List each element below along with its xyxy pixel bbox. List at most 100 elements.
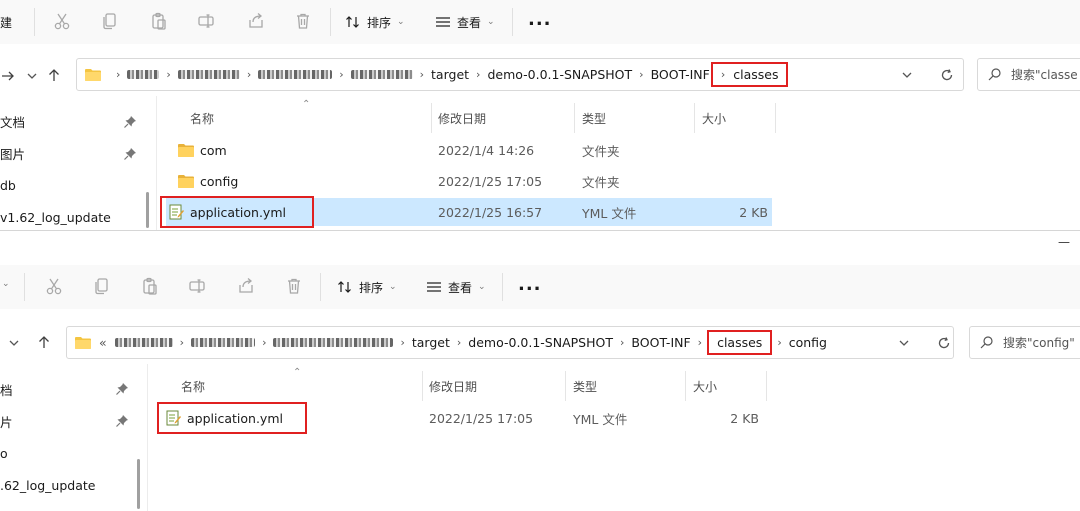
sidebar-item-log-update[interactable]: .62_log_update <box>0 474 148 496</box>
folder-icon <box>75 337 91 349</box>
view-button[interactable]: 查看 ⌄ <box>435 9 495 35</box>
breadcrumb-demo[interactable]: demo-0.0.1-SNAPSHOT <box>487 67 632 82</box>
more-options-button[interactable]: ... <box>528 9 552 30</box>
forward-icon[interactable] <box>0 68 16 84</box>
column-header-date[interactable]: 修改日期 <box>438 110 486 127</box>
more-options-button[interactable]: ... <box>518 274 542 295</box>
breadcrumb-target[interactable]: target <box>431 67 469 82</box>
column-header-date[interactable]: 修改日期 <box>429 378 477 395</box>
rename-icon[interactable] <box>187 276 207 296</box>
table-row[interactable]: config 2022/1/25 17:05 文件夹 <box>166 167 772 195</box>
file-name-cell: application.yml <box>157 402 307 434</box>
chevron-down-icon: ⌄ <box>389 282 397 292</box>
share-icon[interactable] <box>236 276 256 296</box>
view-label: 查看 <box>457 15 482 30</box>
cut-icon[interactable] <box>44 276 64 296</box>
pin-icon <box>116 383 128 395</box>
paste-icon[interactable] <box>149 11 169 31</box>
copy-icon[interactable] <box>100 11 120 31</box>
rename-icon[interactable] <box>196 11 216 31</box>
redacted-path-segment <box>114 338 173 347</box>
redacted-path-segment <box>177 70 240 79</box>
breadcrumb-demo[interactable]: demo-0.0.1-SNAPSHOT <box>468 335 613 350</box>
delete-icon[interactable] <box>284 276 304 296</box>
column-divider[interactable] <box>431 103 432 133</box>
redacted-path-segment <box>350 70 413 79</box>
delete-icon[interactable] <box>293 11 313 31</box>
file-name: application.yml <box>190 204 286 220</box>
file-name-cell: config <box>178 167 238 195</box>
breadcrumb-boot-inf[interactable]: BOOT-INF <box>651 67 710 82</box>
sidebar-scrollbar[interactable] <box>146 192 149 228</box>
column-header-type[interactable]: 类型 <box>582 110 606 127</box>
sidebar-item-label: 图片 <box>0 146 26 162</box>
column-divider[interactable] <box>422 371 423 401</box>
breadcrumb-separator: › <box>639 68 644 81</box>
column-divider[interactable] <box>766 371 767 401</box>
file-size: 2 KB <box>730 410 759 426</box>
pane-divider <box>156 96 157 230</box>
column-divider[interactable] <box>565 371 566 401</box>
file-name: com <box>200 142 227 158</box>
file-name-cell: com <box>178 136 227 164</box>
recent-locations-chevron-icon[interactable] <box>24 68 40 84</box>
breadcrumb-separator: › <box>620 336 625 349</box>
share-icon[interactable] <box>246 11 266 31</box>
column-header-name[interactable]: 名称 <box>181 378 205 395</box>
file-name: config <box>200 173 239 189</box>
sidebar-item-log-update[interactable]: v1.62_log_update <box>0 206 148 228</box>
sidebar-scrollbar[interactable] <box>137 459 140 509</box>
column-divider[interactable] <box>694 103 695 133</box>
up-arrow-icon[interactable] <box>46 67 62 83</box>
breadcrumb-separator: › <box>777 336 782 349</box>
address-bar[interactable]: › › › › › target › demo-0.0.1-SNAPSHOT ›… <box>76 58 964 91</box>
column-header-size[interactable]: 大小 <box>693 378 717 395</box>
file-date: 2022/1/25 16:57 <box>438 204 543 220</box>
sort-ascending-icon: ⌃ <box>302 99 311 110</box>
sidebar-item-db[interactable]: db <box>0 174 148 196</box>
search-box[interactable]: 搜索"config" <box>969 326 1080 359</box>
folder-icon <box>178 175 194 188</box>
column-divider[interactable] <box>775 103 776 133</box>
recent-locations-chevron-icon[interactable] <box>6 335 22 351</box>
chevron-down-icon[interactable] <box>900 68 914 82</box>
copy-icon[interactable] <box>92 276 112 296</box>
table-row[interactable]: application.yml 2022/1/25 17:05 YML 文件 2… <box>157 402 763 434</box>
chevron-down-icon[interactable] <box>897 336 911 350</box>
breadcrumb-separator: › <box>166 68 171 81</box>
sidebar-item-db[interactable]: o <box>0 442 148 464</box>
file-date: 2022/1/25 17:05 <box>429 410 534 426</box>
column-divider[interactable] <box>574 103 575 133</box>
breadcrumb-target[interactable]: target <box>412 335 450 350</box>
overflow-crumbs-button[interactable]: « <box>99 335 107 350</box>
cut-icon[interactable] <box>52 11 72 31</box>
table-row[interactable]: com 2022/1/4 14:26 文件夹 <box>166 136 772 164</box>
new-button-label[interactable]: 建 <box>0 14 12 31</box>
refresh-icon[interactable] <box>940 68 954 82</box>
sort-ascending-icon: ⌃ <box>293 367 302 378</box>
column-header-name[interactable]: 名称 <box>190 110 214 127</box>
search-box[interactable]: 搜索"classe <box>977 58 1080 91</box>
toolbar-separator <box>502 273 503 301</box>
pin-icon <box>124 116 136 128</box>
address-bar[interactable]: « › › › target › demo-0.0.1-SNAPSHOT › B… <box>66 326 954 359</box>
paste-icon[interactable] <box>140 276 160 296</box>
file-type: YML 文件 <box>573 411 628 427</box>
breadcrumb-classes[interactable]: classes <box>707 330 773 355</box>
breadcrumb-boot-inf[interactable]: BOOT-INF <box>631 335 690 350</box>
sort-button[interactable]: 排序 ⌄ <box>337 274 397 300</box>
breadcrumb-config[interactable]: config <box>789 335 827 350</box>
view-button[interactable]: 查看 ⌄ <box>426 274 486 300</box>
chevron-down-icon[interactable]: ⌄ <box>2 279 10 289</box>
breadcrumb-separator: › <box>116 68 121 81</box>
breadcrumb-classes[interactable]: classes <box>733 67 778 82</box>
sort-button[interactable]: 排序 ⌄ <box>345 9 405 35</box>
column-divider[interactable] <box>685 371 686 401</box>
column-header-size[interactable]: 大小 <box>702 110 726 127</box>
refresh-icon[interactable] <box>937 336 951 350</box>
minimize-icon[interactable]: — <box>1058 235 1070 249</box>
table-row-selected[interactable]: application.yml 2022/1/25 16:57 YML 文件 2… <box>160 196 772 228</box>
column-header-type[interactable]: 类型 <box>573 378 597 395</box>
up-arrow-icon[interactable] <box>36 334 52 350</box>
breadcrumb-separator: › <box>262 336 267 349</box>
